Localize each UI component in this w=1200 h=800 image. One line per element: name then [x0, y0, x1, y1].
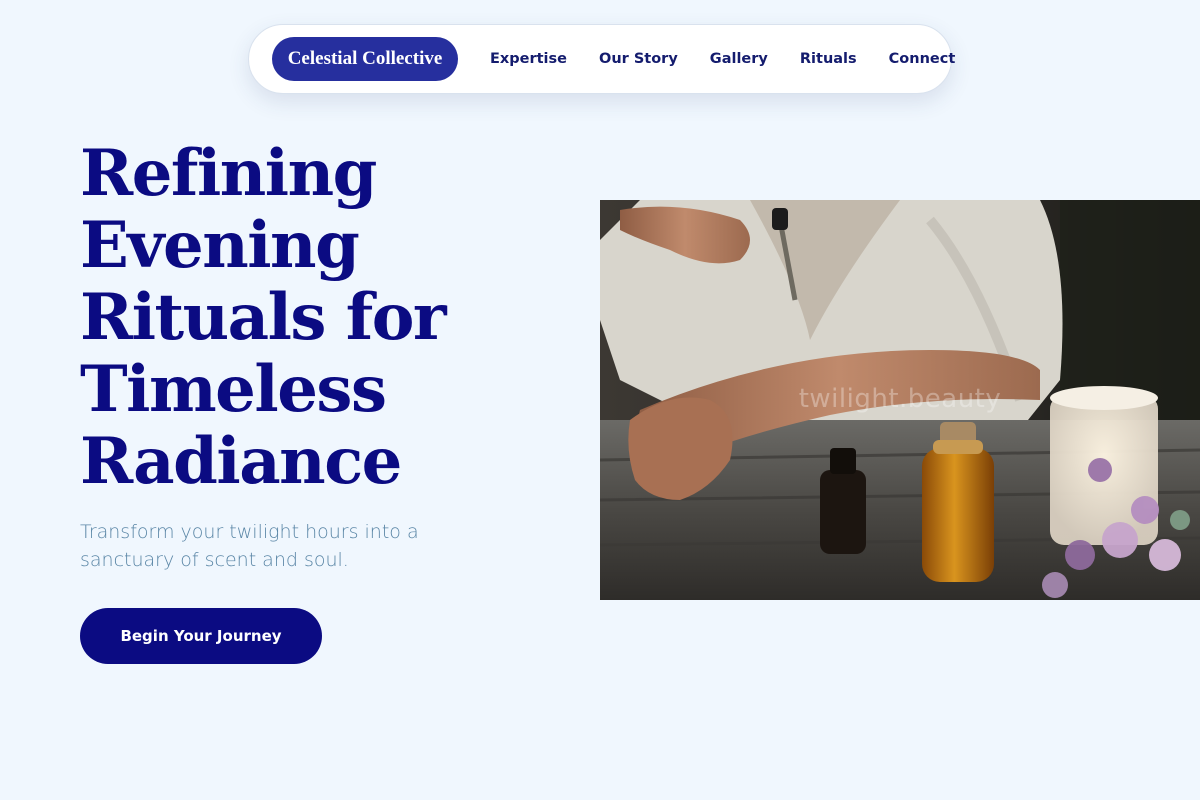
hero-photo-illustration [600, 200, 1200, 600]
nav-link-expertise[interactable]: Expertise [490, 51, 567, 67]
nav-link-connect[interactable]: Connect [889, 51, 956, 67]
nav-link-our-story[interactable]: Our Story [599, 51, 678, 67]
hero-title-line: Timeless [80, 352, 387, 427]
hero-image: twilight.beauty [600, 200, 1200, 600]
nav-link-gallery[interactable]: Gallery [710, 51, 768, 67]
hero-title-line: Evening [80, 208, 360, 283]
top-nav: Celestial Collective Expertise Our Story… [248, 24, 955, 94]
hero-subtitle: Transform your twilight hours into a san… [80, 521, 419, 571]
hero-title-line: Refining [80, 136, 377, 211]
hero-title-line: Rituals for [80, 280, 447, 355]
nav-link-rituals[interactable]: Rituals [800, 51, 857, 67]
hero-title-line: Radiance [80, 424, 402, 499]
brand-logo-button[interactable]: Celestial Collective [272, 37, 458, 81]
begin-journey-button[interactable]: Begin Your Journey [80, 608, 322, 664]
hero-title: Refining Evening Rituals for Timeless Ra… [80, 138, 540, 498]
nav-links: Expertise Our Story Gallery Rituals Conn… [490, 25, 955, 93]
